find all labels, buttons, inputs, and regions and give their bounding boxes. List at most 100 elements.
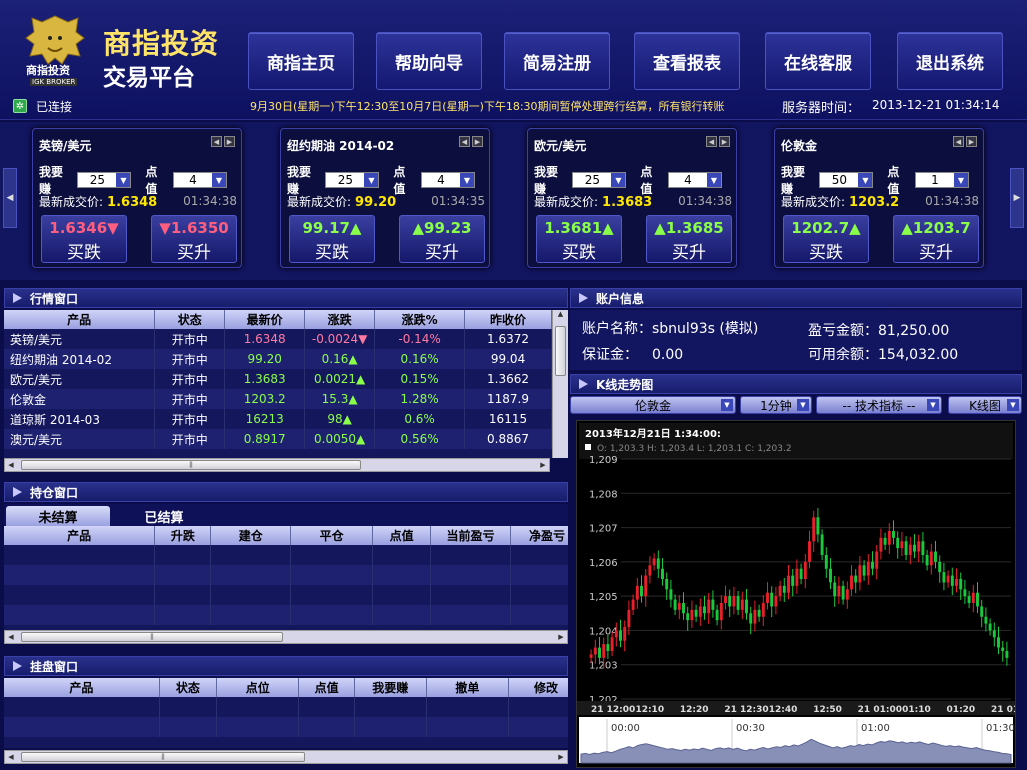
buy-button[interactable]: ▲99.23 买升 — [399, 215, 485, 263]
column-header[interactable]: 点位 — [216, 678, 300, 697]
table-row[interactable]: 澳元/美元 开市中 0.8917 0.0050▲ 0.56% 0.8867 — [4, 429, 552, 449]
column-header[interactable]: 状态 — [154, 310, 226, 329]
table-cell: 1203.2 — [224, 389, 306, 409]
candle-body — [606, 644, 610, 651]
collapse-triangle-icon[interactable] — [579, 293, 588, 303]
column-header[interactable]: 建仓 — [210, 526, 292, 545]
kline-chart-svg[interactable]: 2013年12月21日 1:34:00: O: 1,203.3 H: 1,203.… — [577, 421, 1027, 767]
table-cell — [430, 565, 512, 585]
column-header[interactable]: 涨跌% — [374, 310, 466, 329]
scroll-left-icon[interactable]: ◀ — [5, 631, 17, 643]
chart-title: 2013年12月21日 1:34:00: — [585, 427, 721, 440]
sell-button[interactable]: 99.17▲ 买跌 — [289, 215, 375, 263]
scroll-right-icon[interactable]: ▶ — [555, 751, 567, 763]
market-vscroll[interactable]: ▲ — [552, 310, 568, 458]
column-header[interactable]: 撤单 — [426, 678, 509, 697]
buy-button[interactable]: ▲1203.7 买升 — [893, 215, 979, 263]
collapse-triangle-icon[interactable] — [579, 379, 588, 389]
card-prev-icon[interactable]: ◀ — [953, 136, 964, 147]
point-select[interactable]: 1 ▼ — [915, 172, 969, 188]
market-hscroll[interactable]: ◀ ⫼ ▶ — [4, 458, 550, 472]
scroll-left-icon[interactable]: ◀ — [5, 459, 17, 471]
table-cell: 英镑/美元 — [4, 329, 156, 349]
market-vscroll-thumb[interactable] — [555, 326, 566, 376]
nav-support-button[interactable]: 在线客服 — [765, 32, 871, 90]
card-next-icon[interactable]: ▶ — [966, 136, 977, 147]
sell-button[interactable]: 1202.7▲ 买跌 — [783, 215, 869, 263]
chevron-down-icon: ▼ — [797, 399, 809, 411]
scroll-right-icon[interactable]: ▶ — [555, 631, 567, 643]
positions-hscroll[interactable]: ◀ ⫼ ▶ — [4, 630, 568, 644]
table-cell — [354, 717, 427, 737]
column-header[interactable]: 产品 — [4, 310, 156, 329]
card-prev-icon[interactable]: ◀ — [706, 136, 717, 147]
nav-register-button[interactable]: 简易注册 — [504, 32, 610, 90]
point-select[interactable]: 4 ▼ — [668, 172, 722, 188]
table-row[interactable]: 纽约期油 2014-02 开市中 99.20 0.16▲ 0.16% 99.04 — [4, 349, 552, 369]
earn-select[interactable]: 25 ▼ — [325, 172, 380, 188]
candle-body — [614, 630, 618, 638]
column-header[interactable]: 平仓 — [290, 526, 374, 545]
sell-button[interactable]: 1.3681▲ 买跌 — [536, 215, 622, 263]
card-next-icon[interactable]: ▶ — [472, 136, 483, 147]
scroll-left-icon[interactable]: ◀ — [5, 751, 17, 763]
column-header[interactable]: 最新价 — [224, 310, 306, 329]
card-prev-icon[interactable]: ◀ — [211, 136, 222, 147]
market-hscroll-thumb[interactable]: ⫼ — [21, 460, 361, 470]
orders-hscroll-thumb[interactable]: ⫼ — [21, 752, 305, 762]
product-select[interactable]: 伦敦金 ▼ — [570, 396, 736, 414]
buy-button[interactable]: ▼1.6350 买升 — [151, 215, 237, 263]
column-header[interactable]: 修改 — [508, 678, 568, 697]
tab-unsettled[interactable]: 未结算 — [6, 506, 110, 526]
earn-select[interactable]: 50 ▼ — [819, 172, 874, 188]
earn-select[interactable]: 25 ▼ — [572, 172, 627, 188]
chart-type-select[interactable]: K线图 ▼ — [948, 396, 1022, 414]
scroll-left-arrow-icon[interactable]: ◀ — [3, 168, 17, 228]
orders-hscroll[interactable]: ◀ ⫼ ▶ — [4, 750, 568, 764]
card-next-icon[interactable]: ▶ — [224, 136, 235, 147]
nav-home-button[interactable]: 商指主页 — [248, 32, 354, 90]
quote-time: 01:34:35 — [431, 194, 485, 208]
column-header[interactable]: 点值 — [298, 678, 355, 697]
scroll-right-icon[interactable]: ▶ — [537, 459, 549, 471]
table-row[interactable]: 欧元/美元 开市中 1.3683 0.0021▲ 0.15% 1.3662 — [4, 369, 552, 389]
nav-logout-button[interactable]: 退出系统 — [897, 32, 1003, 90]
table-row[interactable]: 伦敦金 开市中 1203.2 15.3▲ 1.28% 1187.9 — [4, 389, 552, 409]
period-select[interactable]: 1分钟 ▼ — [740, 396, 812, 414]
tab-settled[interactable]: 已结算 — [112, 506, 216, 526]
kline-chart[interactable]: 2013年12月21日 1:34:00: O: 1,203.3 H: 1,203.… — [576, 420, 1027, 768]
nav-help-button[interactable]: 帮助向导 — [376, 32, 482, 90]
candle-body — [942, 572, 946, 583]
scroll-right-arrow-icon[interactable]: ▶ — [1010, 168, 1024, 228]
card-prev-icon[interactable]: ◀ — [459, 136, 470, 147]
column-header[interactable]: 产品 — [4, 678, 160, 697]
table-row[interactable]: 道琼斯 2014-03 开市中 16213 98▲ 0.6% 16115 — [4, 409, 552, 429]
nav-report-button[interactable]: 查看报表 — [634, 32, 740, 90]
indicator-select[interactable]: -- 技术指标 -- ▼ — [816, 396, 942, 414]
collapse-triangle-icon[interactable] — [13, 487, 22, 497]
collapse-triangle-icon[interactable] — [13, 661, 22, 671]
point-select[interactable]: 4 ▼ — [421, 172, 475, 188]
sell-button[interactable]: 1.6346▼ 买跌 — [41, 215, 127, 263]
earn-select[interactable]: 25 ▼ — [77, 172, 132, 188]
column-header[interactable]: 产品 — [4, 526, 156, 545]
card-next-icon[interactable]: ▶ — [719, 136, 730, 147]
column-header[interactable]: 升跌 — [154, 526, 212, 545]
collapse-triangle-icon[interactable] — [13, 293, 22, 303]
column-header[interactable]: 状态 — [159, 678, 218, 697]
column-header[interactable]: 涨跌 — [304, 310, 376, 329]
column-header[interactable]: 我要赚 — [354, 678, 427, 697]
positions-hscroll-thumb[interactable]: ⫼ — [21, 632, 283, 642]
candle-body — [673, 599, 677, 610]
table-cell: 0.56% — [374, 429, 466, 449]
buy-button[interactable]: ▲1.3685 买升 — [646, 215, 732, 263]
column-header[interactable]: 当前盈亏 — [430, 526, 512, 545]
market-table-wrap: 产品 状态 最新价 涨跌 涨跌% 昨收价 英镑/美元 开市中 1.6348 -0.0024▼ -0… — [4, 310, 568, 458]
chevron-down-icon: ▼ — [460, 173, 474, 187]
column-header[interactable]: 点值 — [372, 526, 432, 545]
column-header[interactable]: 昨收价 — [464, 310, 552, 329]
point-select[interactable]: 4 ▼ — [173, 172, 227, 188]
scroll-up-icon[interactable]: ▲ — [553, 310, 568, 324]
column-header[interactable]: 净盈亏 — [510, 526, 568, 545]
table-row[interactable]: 英镑/美元 开市中 1.6348 -0.0024▼ -0.14% 1.6372 — [4, 329, 552, 349]
